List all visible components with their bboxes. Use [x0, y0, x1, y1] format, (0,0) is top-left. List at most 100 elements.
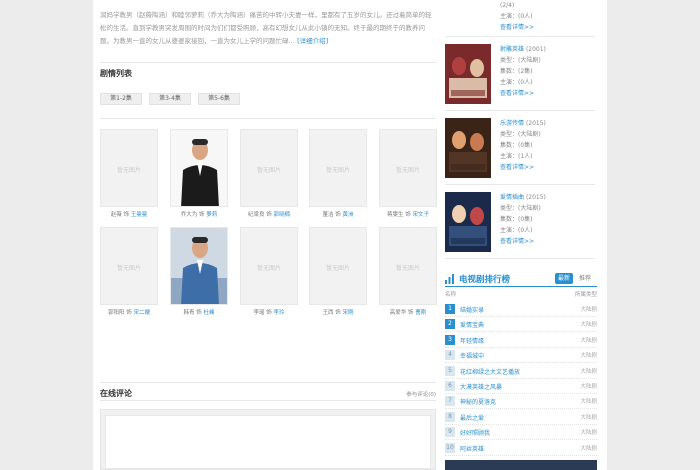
actor-photo-placeholder[interactable]: 暂无图片 [309, 129, 367, 207]
rank-row[interactable]: 8 最后之爱 大陆剧 [445, 410, 597, 425]
rank-row[interactable]: 10 阿丝英雄 大陆剧 [445, 441, 597, 456]
rank-drama-name[interactable]: 最后之爱 [460, 413, 484, 422]
drama-title[interactable]: 乐游传情 [500, 120, 524, 127]
actor-name[interactable]: 董洁 [322, 212, 333, 218]
rank-drama-name[interactable]: 大漠英雄之风暴 [460, 382, 502, 391]
rank-row[interactable]: 3 年轻情缘 大陆剧 [445, 333, 597, 348]
drama-title[interactable]: 爱情插曲 [500, 194, 524, 201]
rank-drama-name[interactable]: 神秘的夏洛克 [460, 397, 496, 406]
rank-drama-name[interactable]: 好好照顾我 [460, 428, 490, 437]
actor-photo[interactable] [170, 227, 228, 305]
rank-drama-type: 大陆剧 [580, 337, 597, 344]
cast-card[interactable]: 暂无图片李瑶 饰 李玲 [240, 227, 298, 316]
cast-caption: 李瑶 饰 李玲 [240, 308, 298, 316]
cast-caption: 纪梁良 饰 郭晓楠 [240, 210, 298, 218]
drama-poster[interactable] [445, 118, 491, 178]
drama-item[interactable]: 射雕英雄 (2001) 类型：(大陆剧) 集数：(2集) 主演：(0人) 查看详情>> [445, 44, 607, 110]
rank-row[interactable]: 7 神秘的夏洛克 大陆剧 [445, 394, 597, 410]
cast-card[interactable]: 暂无图片蒋雯生 饰 宋文子 [379, 129, 437, 218]
rank-drama-type: 大陆剧 [580, 414, 597, 421]
cast-caption: 蒋雯生 饰 宋文子 [379, 210, 437, 218]
cast-card[interactable]: 乔大为 饰 萝莉 [170, 129, 228, 218]
role-name[interactable]: 宋二嫂 [134, 310, 151, 316]
drama-detail-link[interactable]: 查看详情>> [500, 236, 600, 247]
role-name[interactable]: 宋文子 [413, 212, 430, 218]
join-comment-link[interactable]: 参与评论(0) [406, 390, 436, 398]
role-name[interactable]: 曹刚 [415, 310, 426, 316]
cast-sep: 饰 [123, 212, 129, 218]
actor-name[interactable]: 李瑶 [253, 310, 264, 316]
actor-photo-placeholder[interactable]: 暂无图片 [100, 129, 158, 207]
role-name[interactable]: 郭晓楠 [274, 212, 291, 218]
actor-name[interactable]: 赵薇 [111, 212, 122, 218]
cast-card[interactable]: 暂无图片赵薇 饰 王曼曼 [100, 129, 158, 218]
drama-poster[interactable] [445, 192, 491, 252]
drama-title-line[interactable]: 爱情插曲 (2015) [500, 192, 600, 203]
cast-sep: 饰 [126, 310, 132, 316]
cast-caption: 韩青 饰 杜峰 [170, 308, 228, 316]
drama-cast-count: 主演：(1人) [500, 153, 533, 160]
cast-caption: 赵薇 饰 王曼曼 [100, 210, 158, 218]
cast-card[interactable]: 暂无图片 董洁 饰 黄洲 [309, 129, 367, 218]
actor-photo-placeholder[interactable]: 暂无图片 [309, 227, 367, 305]
actor-photo-placeholder[interactable]: 暂无图片 [240, 129, 298, 207]
actor-name[interactable]: 郭阳阳 [108, 310, 125, 316]
rank-row[interactable]: 1 结婚实录 大陆剧 [445, 302, 597, 317]
drama-detail-link[interactable]: 查看详情>> [500, 162, 600, 173]
divider [100, 118, 436, 119]
actor-name[interactable]: 王西 [322, 310, 333, 316]
actor-photo-placeholder[interactable]: 暂无图片 [100, 227, 158, 305]
cast-card[interactable]: 韩青 饰 杜峰 [170, 227, 228, 316]
rank-tab-recommend[interactable]: 推荐 [576, 273, 594, 284]
actor-photo[interactable] [170, 129, 228, 207]
actor-photo-placeholder[interactable]: 暂无图片 [379, 129, 437, 207]
actor-photo-placeholder[interactable]: 暂无图片 [240, 227, 298, 305]
cast-card[interactable]: 暂无图片郭阳阳 饰 宋二嫂 [100, 227, 158, 316]
comment-input[interactable] [105, 415, 431, 469]
episode-button-2[interactable]: 第3-4集 [149, 93, 191, 105]
drama-title[interactable]: 射雕英雄 [500, 46, 524, 53]
divider [100, 382, 436, 383]
role-name[interactable]: 黄洲 [343, 212, 354, 218]
role-name[interactable]: 萝莉 [206, 212, 217, 218]
rank-tab-latest[interactable]: 最新 [555, 273, 573, 284]
footer-bar [445, 460, 597, 470]
drama-poster[interactable] [445, 44, 491, 104]
actor-name[interactable]: 蒋雯生 [387, 212, 404, 218]
rank-number: 3 [445, 334, 455, 345]
drama-title-line[interactable]: 射雕英雄 (2001) [500, 44, 600, 55]
rank-drama-name[interactable]: 爱情宝典 [460, 320, 484, 329]
rank-drama-name[interactable]: 结婚实录 [460, 305, 484, 314]
rank-drama-name[interactable]: 年轻情缘 [460, 336, 484, 345]
actor-name[interactable]: 乔大为 [181, 212, 198, 218]
role-name[interactable]: 王曼曼 [131, 212, 148, 218]
actor-name[interactable]: 高爱华 [390, 310, 407, 316]
chart-bars-icon [445, 274, 454, 284]
actor-name[interactable]: 韩青 [183, 310, 194, 316]
cast-card[interactable]: 暂无图片 高爱华 饰 曹刚 [379, 227, 437, 316]
drama-detail-link[interactable]: 查看详情>> [500, 88, 600, 99]
rank-drama-name[interactable]: 幸福城中 [460, 351, 484, 360]
rank-drama-name[interactable]: 阿丝英雄 [460, 444, 484, 453]
rank-row[interactable]: 4 幸福城中 大陆剧 [445, 348, 597, 364]
actor-name[interactable]: 纪梁良 [248, 212, 265, 218]
rank-row[interactable]: 9 好好照顾我 大陆剧 [445, 425, 597, 441]
cast-card[interactable]: 暂无图片纪梁良 饰 郭晓楠 [240, 129, 298, 218]
drama-title-line[interactable]: 乐游传情 (2015) [500, 118, 600, 129]
cast-sep: 饰 [266, 212, 272, 218]
episode-button-1[interactable]: 第1-2集 [100, 93, 142, 105]
rank-row[interactable]: 6 大漠英雄之风暴 大陆剧 [445, 379, 597, 394]
rank-row[interactable]: 5 花红柳绿之大文艺播放 大陆剧 [445, 364, 597, 379]
actor-photo-placeholder[interactable]: 暂无图片 [379, 227, 437, 305]
intro-more-link[interactable]: [详细介绍] [297, 37, 328, 45]
drama-item[interactable]: 乐游传情 (2015) 类型：(大陆剧) 集数：(0集) 主演：(1人) 查看详情>> [445, 118, 607, 184]
rank-row[interactable]: 2 爱情宝典 大陆剧 [445, 317, 597, 333]
cast-card[interactable]: 暂无图片 王西 饰 宋刚 [309, 227, 367, 316]
role-name[interactable]: 杜峰 [204, 310, 215, 316]
drama-item[interactable]: 爱情插曲 (2015) 类型：(大陆剧) 集数：(0集) 主演：(0人) 查看详情>> [445, 192, 607, 258]
drama-detail-link[interactable]: 查看详情>> [500, 22, 600, 33]
episode-button-3[interactable]: 第5-6集 [198, 93, 240, 105]
rank-drama-name[interactable]: 花红柳绿之大文艺播放 [460, 367, 520, 376]
role-name[interactable]: 宋刚 [343, 310, 354, 316]
role-name[interactable]: 李玲 [274, 310, 285, 316]
